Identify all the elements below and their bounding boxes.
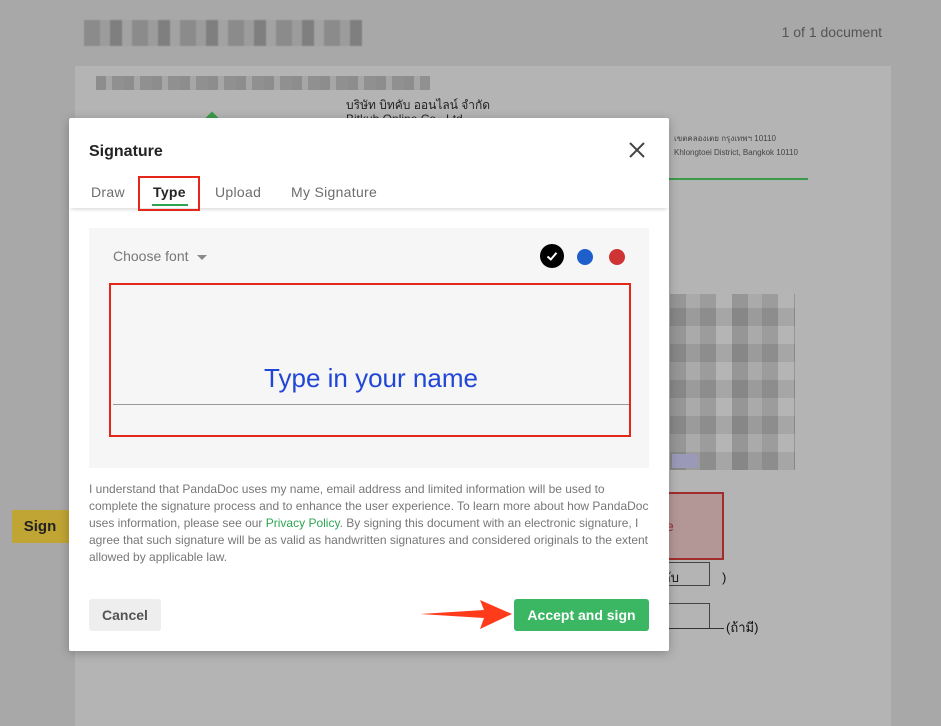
tab-draw[interactable]: Draw [91,184,125,200]
redacted-document-title [84,20,362,46]
cancel-button[interactable]: Cancel [89,599,161,631]
form-field-b[interactable] [668,603,710,629]
accept-and-sign-button[interactable]: Accept and sign [514,599,649,631]
color-blue-swatch[interactable] [577,249,593,265]
choose-font-dropdown[interactable]: Choose font [113,248,207,264]
document-header: 1 of 1 document [0,0,941,62]
name-input-highlight [109,283,631,437]
signature-field-box[interactable] [666,492,724,560]
color-black-swatch[interactable] [540,244,564,268]
color-red-swatch[interactable] [609,249,625,265]
consent-text: I understand that PandaDoc uses my name,… [89,481,651,566]
sign-here-tag[interactable]: Sign [12,510,74,543]
privacy-policy-link[interactable]: Privacy Policy [266,516,340,530]
close-icon [629,142,645,158]
document-count: 1 of 1 document [781,24,882,40]
checkmark-icon [546,252,558,261]
redacted-block-accent [672,454,698,468]
close-button[interactable] [625,138,649,162]
chevron-down-icon [196,254,207,260]
optional-label: (ถ้ามี) [726,620,759,635]
redacted-block [670,294,795,470]
header-divider [668,178,808,180]
address-line-english: Khlongtoei District, Bangkok 10110 [674,148,798,157]
choose-font-label: Choose font [113,248,189,264]
form-field-b-underline [668,628,724,629]
type-tab-highlight [138,176,200,211]
redacted-text-line [96,76,430,90]
form-field-a-suffix: ) [722,570,727,585]
arrow-annotation-icon [420,600,512,629]
address-line-thai: เขตคลองเตย กรุงเทพฯ 10110 [674,134,776,143]
tab-my-signature[interactable]: My Signature [291,184,377,200]
tab-upload[interactable]: Upload [215,184,261,200]
dialog-title: Signature [89,143,163,160]
